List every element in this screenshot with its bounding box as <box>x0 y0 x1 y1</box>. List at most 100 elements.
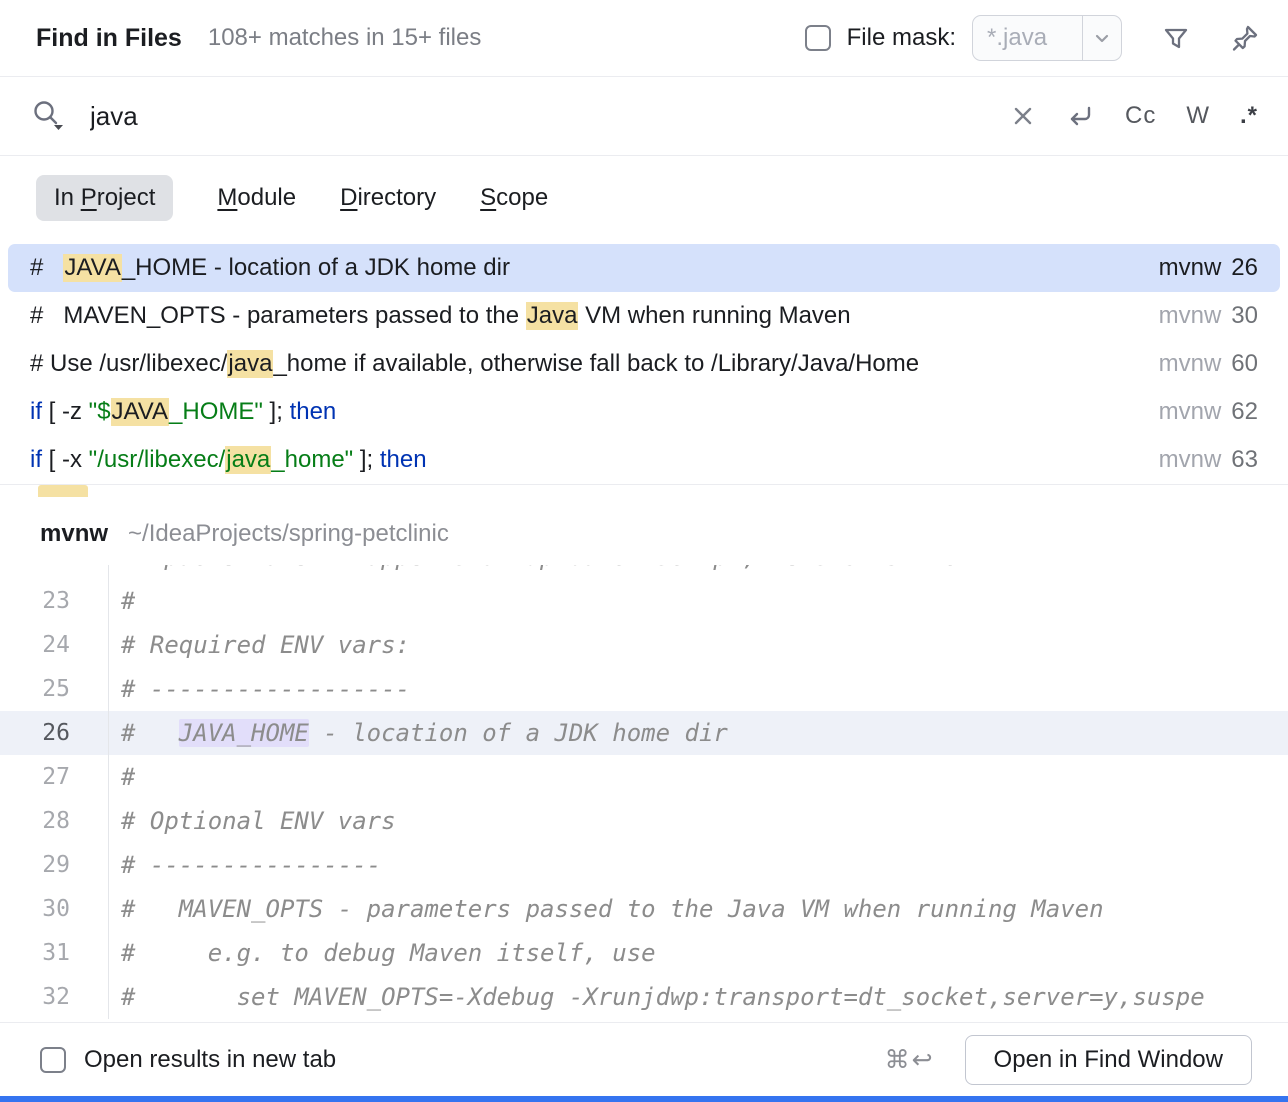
code-line[interactable]: 23# <box>0 579 1288 623</box>
search-row: Cc W .* <box>0 77 1288 156</box>
text-segment: # Apache Maven Wrapper startup batch scr… <box>121 565 959 571</box>
search-actions: Cc W .* <box>1011 101 1258 131</box>
file-mask-checkbox[interactable] <box>805 25 831 51</box>
file-mask-label: File mask: <box>847 24 956 52</box>
line-number: 24 <box>0 623 109 667</box>
file-mask-combobox[interactable]: *.java <box>972 15 1122 61</box>
line-number: 30 <box>0 887 109 931</box>
result-row-partial[interactable] <box>8 485 1280 497</box>
line-number: 32 <box>0 975 109 1019</box>
text-segment: then <box>290 398 337 425</box>
text-segment: if <box>30 398 42 425</box>
scope-tab-label: S <box>480 184 496 212</box>
scope-tab-directory[interactable]: Directory <box>340 175 436 221</box>
text-segment: # <box>121 719 179 747</box>
text-segment: if <box>30 446 42 473</box>
result-location: mvnw63 <box>1139 446 1258 474</box>
text-segment: JAVA <box>63 254 121 282</box>
result-location: mvnw 26 <box>1139 254 1258 282</box>
text-segment: # Use /usr/libexec/ <box>30 350 227 377</box>
line-code: # JAVA_HOME - location of a JDK home dir <box>109 719 728 747</box>
result-row[interactable]: # MAVEN_OPTS - parameters passed to the … <box>8 292 1280 340</box>
match-highlight-fragment <box>38 485 88 497</box>
result-text: if [ -x "/usr/libexec/java_home" ]; then <box>30 446 1139 474</box>
code-line[interactable]: 26# JAVA_HOME - location of a JDK home d… <box>0 711 1288 755</box>
code-line[interactable]: 24 # Required ENV vars: <box>0 623 1288 667</box>
result-row[interactable]: if [ -x "/usr/libexec/java_home" ]; then… <box>8 436 1280 484</box>
line-number: 27 <box>0 755 109 799</box>
scope-tab-label: irectory <box>357 184 436 212</box>
code-line[interactable]: 27# <box>0 755 1288 799</box>
text-segment: # <box>30 254 63 281</box>
search-history-icon[interactable] <box>30 98 66 134</box>
text-segment: # MAVEN_OPTS - parameters passed to the <box>30 302 526 329</box>
text-segment: # Optional ENV vars <box>121 807 396 835</box>
scope-tab-label: roject <box>97 184 156 212</box>
result-file-name: mvnw <box>1159 398 1222 426</box>
whole-words-icon[interactable]: W <box>1186 102 1210 130</box>
scope-tab-label: In <box>54 184 81 212</box>
scope-tab-in-project[interactable]: In Project <box>36 175 173 221</box>
open-in-find-window-button[interactable]: Open in Find Window <box>965 1035 1252 1085</box>
shortcut-hint: ⌘↩ <box>885 1045 935 1075</box>
match-case-icon[interactable]: Cc <box>1125 102 1156 130</box>
footer-actions: ⌘↩ Open in Find Window <box>885 1035 1252 1085</box>
code-line[interactable]: 22# Apache Maven Wrapper startup batch s… <box>0 565 1288 579</box>
preview-file-path: ~/IdeaProjects/spring-petclinic <box>128 520 449 548</box>
results-list: # JAVA_HOME - location of a JDK home dir… <box>0 240 1288 485</box>
text-segment: java <box>227 350 273 378</box>
regex-icon[interactable]: .* <box>1240 102 1258 130</box>
code-line[interactable]: 29# ---------------- <box>0 843 1288 887</box>
result-text: # JAVA_HOME - location of a JDK home dir <box>30 254 1139 282</box>
result-line-number: 62 <box>1231 398 1258 426</box>
result-row[interactable]: if [ -z "$JAVA_HOME" ]; thenmvnw62 <box>8 388 1280 436</box>
newline-icon[interactable] <box>1065 101 1095 131</box>
pin-icon[interactable] <box>1230 23 1260 53</box>
result-row[interactable]: # JAVA_HOME - location of a JDK home dir… <box>8 244 1280 292</box>
filter-icon[interactable] <box>1160 22 1192 54</box>
line-number: 26 <box>0 711 109 755</box>
line-code: # set MAVEN_OPTS=-Xdebug -Xrunjdwp:trans… <box>109 983 1205 1011</box>
line-code: # Apache Maven Wrapper startup batch scr… <box>109 565 959 571</box>
line-number: 31 <box>0 931 109 975</box>
result-line-number: 60 <box>1231 350 1258 378</box>
line-code: # MAVEN_OPTS - parameters passed to the … <box>109 895 1104 923</box>
code-line[interactable]: 32 # set MAVEN_OPTS=-Xdebug -Xrunjdwp:tra… <box>0 975 1288 1019</box>
text-segment: _home" <box>271 446 353 473</box>
scope-tab-label: P <box>81 184 97 212</box>
text-segment: # Required ENV vars: <box>121 631 410 659</box>
result-location: mvnw 60 <box>1139 350 1258 378</box>
search-input[interactable] <box>90 101 991 132</box>
result-line-number: 26 <box>1231 254 1258 282</box>
result-file-name: mvnw <box>1159 350 1222 378</box>
result-text: # MAVEN_OPTS - parameters passed to the … <box>30 302 1139 330</box>
dialog-header: Find in Files 108+ matches in 15+ files … <box>0 0 1288 77</box>
result-row[interactable]: # Use /usr/libexec/java_home if availabl… <box>8 340 1280 388</box>
code-line[interactable]: 30 # MAVEN_OPTS - parameters passed to th… <box>0 887 1288 931</box>
scope-tab-label: cope <box>496 184 548 212</box>
text-segment: "/usr/libexec/ <box>89 446 226 473</box>
text-segment: ]; <box>353 446 380 473</box>
scope-tab-label: D <box>340 184 357 212</box>
scope-tab-module[interactable]: Module <box>217 175 296 221</box>
code-line[interactable]: 31# e.g. to debug Maven itself, use <box>0 931 1288 975</box>
result-location: mvnw 62 <box>1139 398 1258 426</box>
text-segment: # MAVEN_OPTS - parameters passed to the … <box>121 895 1104 923</box>
text-segment: "$ <box>89 398 111 425</box>
code-line[interactable]: 28# Optional ENV vars <box>0 799 1288 843</box>
dialog-footer: Open results in new tab ⌘↩ Open in Find … <box>0 1022 1288 1096</box>
scope-tab-scope[interactable]: Scope <box>480 175 548 221</box>
clear-search-icon[interactable] <box>1011 104 1035 128</box>
open-results-new-tab-checkbox[interactable] <box>40 1047 66 1073</box>
line-number: 25 <box>0 667 109 711</box>
result-file-name: mvnw <box>1159 254 1222 282</box>
match-summary: 108+ matches in 15+ files <box>208 24 482 52</box>
file-mask-value: *.java <box>973 24 1082 52</box>
result-file-name: mvnw <box>1159 302 1222 330</box>
code-line[interactable]: 25# ------------------ <box>0 667 1288 711</box>
result-location: mvnw30 <box>1139 302 1258 330</box>
text-segment: # set MAVEN_OPTS=-Xdebug -Xrunjdwp:trans… <box>121 983 1205 1011</box>
line-code: # Optional ENV vars <box>109 807 396 835</box>
result-file-name: mvnw <box>1159 446 1222 474</box>
chevron-down-icon[interactable] <box>1083 28 1121 48</box>
